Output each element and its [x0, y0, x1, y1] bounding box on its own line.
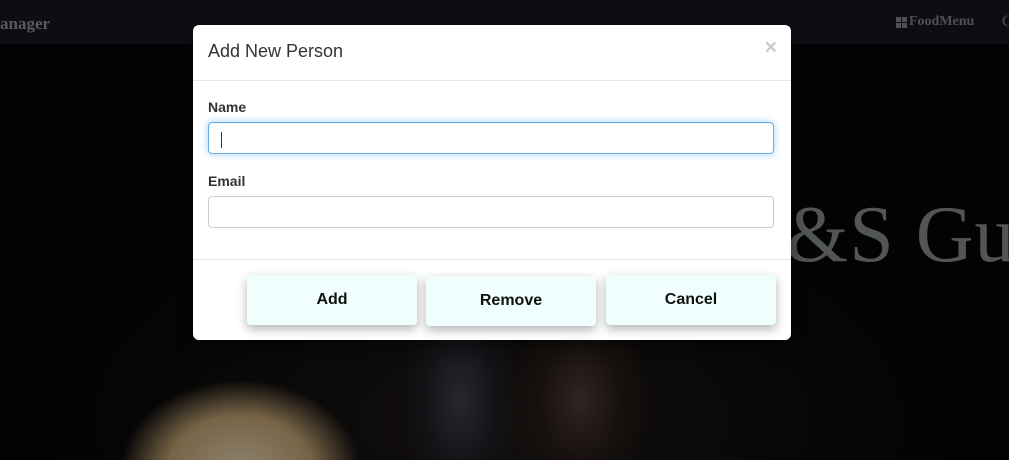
close-icon[interactable]: ×	[765, 37, 777, 58]
modal-title: Add New Person	[208, 41, 344, 61]
add-button[interactable]: Add	[247, 275, 417, 325]
add-person-dialog: Add New Person × Name Email Add Remove C…	[193, 25, 791, 340]
name-input[interactable]	[208, 122, 774, 154]
modal-footer: Add Remove Cancel	[193, 260, 791, 340]
email-label: Email	[208, 173, 246, 189]
email-input[interactable]	[208, 196, 774, 228]
modal-body: Name Email	[193, 81, 791, 260]
cancel-button[interactable]: Cancel	[606, 275, 776, 325]
remove-button[interactable]: Remove	[426, 276, 596, 326]
modal-header: Add New Person ×	[193, 25, 791, 81]
text-caret	[221, 132, 222, 148]
name-label: Name	[208, 99, 247, 115]
